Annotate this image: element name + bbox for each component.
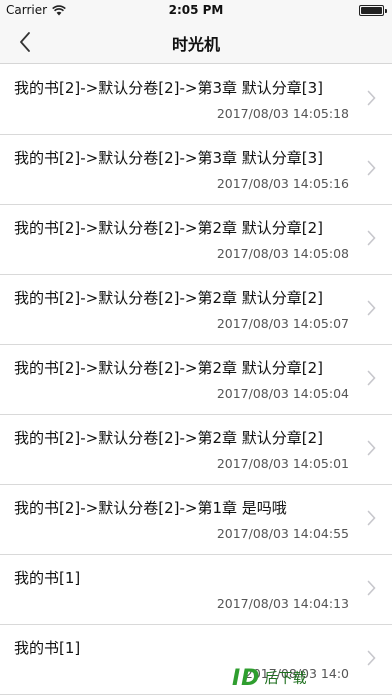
status-bar: Carrier 2:05 PM [0, 0, 392, 20]
watermark-logo: ID 后下载 [232, 660, 392, 696]
item-timestamp: 2017/08/03 14:05:18 [216, 106, 349, 121]
item-timestamp: 2017/08/03 14:04:13 [216, 596, 349, 611]
list-item[interactable]: 我的书[2]->默认分卷[2]->第2章 默认分章[2] 2017/08/03 … [0, 345, 392, 415]
item-title: 我的书[1] [14, 639, 81, 657]
chevron-right-icon [367, 370, 376, 386]
chevron-right-icon [367, 230, 376, 246]
item-title: 我的书[2]->默认分卷[2]->第3章 默认分章[3] [14, 79, 324, 97]
watermark-mark: ID [232, 665, 261, 691]
chevron-right-icon [367, 90, 376, 106]
item-title: 我的书[1] [14, 569, 81, 587]
list-item[interactable]: 我的书[2]->默认分卷[2]->第3章 默认分章[3] 2017/08/03 … [0, 65, 392, 135]
item-title: 我的书[2]->默认分卷[2]->第2章 默认分章[2] [14, 289, 324, 307]
status-time: 2:05 PM [168, 3, 224, 17]
item-timestamp: 2017/08/03 14:05:04 [216, 386, 349, 401]
item-title: 我的书[2]->默认分卷[2]->第1章 是吗哦 [14, 499, 287, 517]
item-timestamp: 2017/08/03 14:05:07 [216, 316, 349, 331]
page-title: 时光机 [171, 35, 220, 54]
chevron-right-icon [367, 510, 376, 526]
chevron-right-icon [367, 440, 376, 456]
chevron-right-icon [367, 160, 376, 176]
list-item[interactable]: 我的书[2]->默认分卷[2]->第2章 默认分章[2] 2017/08/03 … [0, 205, 392, 275]
history-list: 我的书[2]->默认分卷[2]->第3章 默认分章[3] 2017/08/03 … [0, 65, 392, 695]
item-title: 我的书[2]->默认分卷[2]->第3章 默认分章[3] [14, 149, 324, 167]
item-timestamp: 2017/08/03 14:05:16 [216, 176, 349, 191]
list-item[interactable]: 我的书[2]->默认分卷[2]->第1章 是吗哦 2017/08/03 14:0… [0, 485, 392, 555]
item-timestamp: 2017/08/03 14:05:01 [216, 456, 349, 471]
navigation-bar: 时光机 [0, 20, 392, 64]
chevron-right-icon [367, 580, 376, 596]
list-item[interactable]: 我的书[2]->默认分卷[2]->第3章 默认分章[3] 2017/08/03 … [0, 135, 392, 205]
item-title: 我的书[2]->默认分卷[2]->第2章 默认分章[2] [14, 219, 324, 237]
battery-icon [359, 5, 387, 16]
item-timestamp: 2017/08/03 14:05:08 [216, 246, 349, 261]
chevron-right-icon [367, 300, 376, 316]
list-item[interactable]: 我的书[2]->默认分卷[2]->第2章 默认分章[2] 2017/08/03 … [0, 415, 392, 485]
list-item[interactable]: 我的书[2]->默认分卷[2]->第2章 默认分章[2] 2017/08/03 … [0, 275, 392, 345]
item-timestamp: 2017/08/03 14:04:55 [216, 526, 349, 541]
watermark-text: 后下载 [264, 671, 307, 687]
list-item[interactable]: 我的书[1] 2017/08/03 14:04:13 [0, 555, 392, 625]
item-title: 我的书[2]->默认分卷[2]->第2章 默认分章[2] [14, 429, 324, 447]
item-title: 我的书[2]->默认分卷[2]->第2章 默认分章[2] [14, 359, 324, 377]
